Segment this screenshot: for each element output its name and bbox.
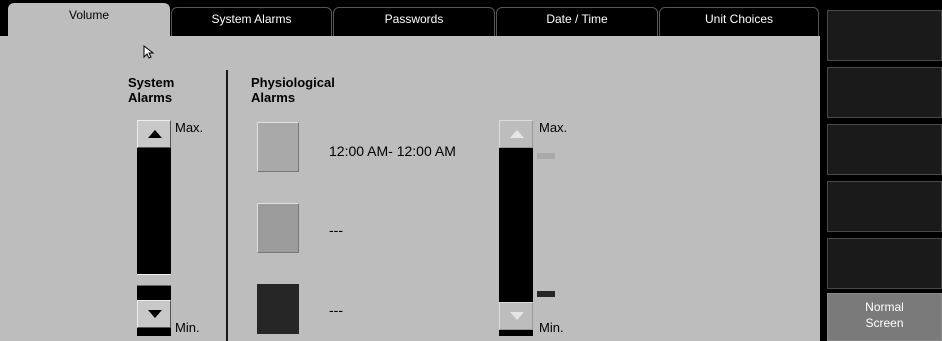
side-button-4[interactable] bbox=[827, 181, 942, 232]
side-button-2[interactable] bbox=[827, 67, 942, 118]
system-volume-down-button[interactable] bbox=[137, 300, 171, 328]
side-button-1[interactable] bbox=[827, 10, 942, 61]
tab-unit-choices-label: Unit Choices bbox=[704, 12, 774, 26]
physiological-alarm-text-3: --- bbox=[329, 302, 343, 318]
side-button-5[interactable] bbox=[827, 238, 942, 289]
tab-passwords-label: Passwords bbox=[384, 12, 444, 26]
physiological-max-label: Max. bbox=[539, 120, 568, 135]
volume-panel: System Alarms Max. Min. Physiological Al… bbox=[0, 36, 820, 341]
arrow-down-icon bbox=[148, 310, 162, 318]
tab-system-alarms[interactable]: System Alarms bbox=[171, 7, 332, 36]
physiological-alarms-title-line1: Physiological bbox=[251, 75, 335, 90]
min-level-marker bbox=[537, 291, 555, 297]
side-button-3[interactable] bbox=[827, 124, 942, 175]
normal-screen-button[interactable]: Normal Screen bbox=[827, 293, 942, 341]
tab-date-time[interactable]: Date / Time bbox=[496, 7, 658, 36]
tab-system-alarms-label: System Alarms bbox=[211, 12, 292, 26]
physiological-alarm-swatch-2[interactable] bbox=[257, 203, 299, 253]
tab-volume[interactable]: Volume bbox=[8, 3, 170, 37]
side-button-panel: Normal Screen bbox=[820, 0, 942, 341]
mouse-pointer-icon bbox=[143, 45, 155, 59]
system-alarms-title-line1: System bbox=[128, 75, 175, 90]
physiological-alarm-swatch-3[interactable] bbox=[257, 284, 299, 334]
column-divider bbox=[226, 70, 228, 341]
normal-screen-label: Normal Screen bbox=[865, 300, 904, 330]
system-min-label: Min. bbox=[175, 320, 200, 335]
physiological-volume-down-button[interactable] bbox=[499, 302, 533, 330]
physiological-min-label: Min. bbox=[539, 320, 564, 335]
physiological-alarms-title: Physiological Alarms bbox=[251, 75, 335, 105]
system-max-label: Max. bbox=[175, 120, 204, 135]
arrow-down-icon bbox=[510, 312, 524, 320]
system-volume-up-button[interactable] bbox=[137, 120, 171, 148]
tab-volume-label: Volume bbox=[68, 8, 110, 22]
tab-bar: Volume System Alarms Passwords Date / Ti… bbox=[0, 0, 820, 37]
arrow-up-icon bbox=[510, 130, 524, 138]
system-alarms-title: System Alarms bbox=[128, 75, 174, 105]
tab-date-time-label: Date / Time bbox=[546, 12, 608, 26]
physiological-alarm-swatch-1[interactable] bbox=[257, 122, 299, 172]
tab-unit-choices[interactable]: Unit Choices bbox=[659, 7, 819, 36]
physiological-alarm-time: 12:00 AM- 12:00 AM bbox=[329, 143, 456, 159]
arrow-up-icon bbox=[148, 130, 162, 138]
system-alarms-title-line2: Alarms bbox=[128, 90, 173, 105]
physiological-alarms-title-line2: Alarms bbox=[251, 90, 296, 105]
physiological-alarm-text-2: --- bbox=[329, 222, 343, 238]
tab-passwords[interactable]: Passwords bbox=[333, 7, 495, 36]
physiological-volume-up-button[interactable] bbox=[499, 120, 533, 148]
system-volume-thumb[interactable] bbox=[137, 274, 171, 286]
max-level-marker bbox=[537, 153, 555, 159]
